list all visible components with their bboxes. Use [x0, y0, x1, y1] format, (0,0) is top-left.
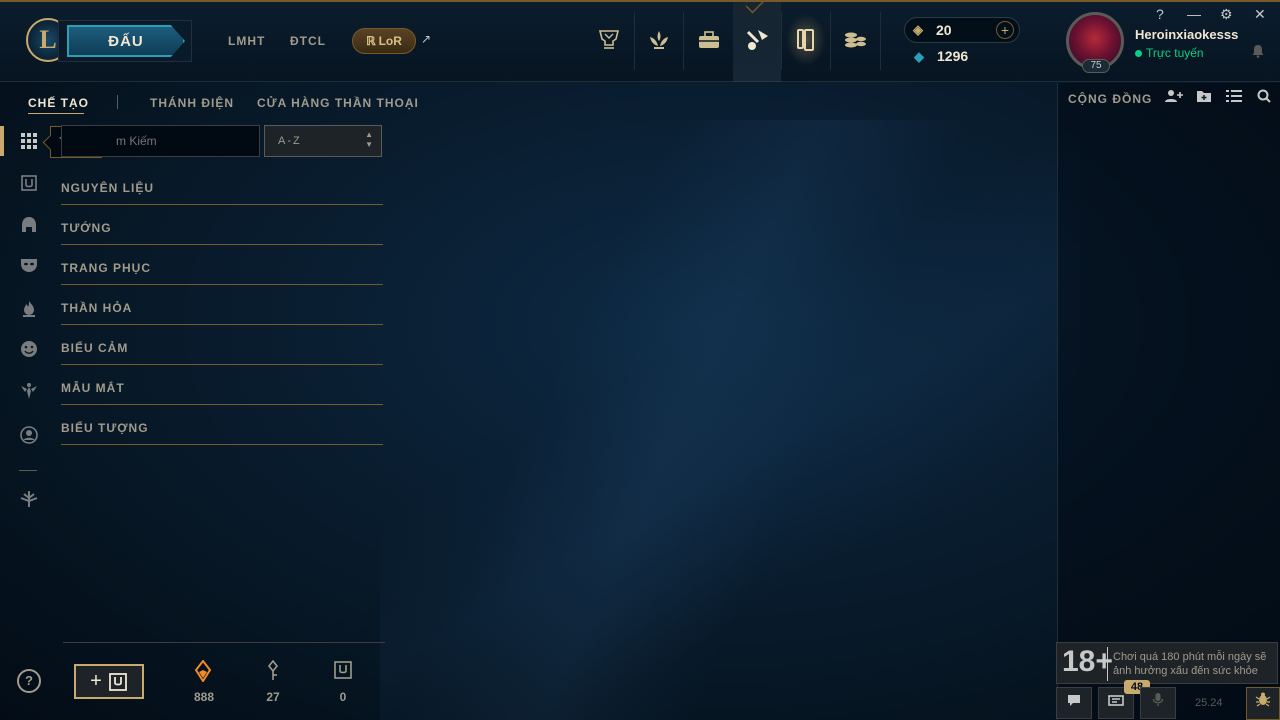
category-eye-colors[interactable]: MẪU MẮT — [61, 381, 383, 405]
tab-mythic-shop[interactable]: CỬA HÀNG THẦN THOẠI — [257, 96, 419, 110]
social-panel — [1057, 83, 1280, 720]
online-status[interactable]: Trực tuyến — [1135, 46, 1204, 60]
lor-button[interactable]: ℝ LoR — [352, 28, 416, 54]
warning-text: Chơi quá 180 phút mỗi ngày sẽ ảnh hưởng … — [1113, 651, 1267, 677]
lor-icon: ℝ — [366, 33, 376, 48]
add-label: + — [90, 670, 102, 692]
rail-active-indicator — [0, 126, 4, 156]
collection-icon[interactable] — [789, 22, 823, 58]
status-label: Trực tuyến — [1146, 46, 1204, 60]
bottom-divider — [63, 642, 385, 643]
skin-mask-icon[interactable] — [18, 254, 40, 276]
warning-separator — [1107, 647, 1108, 681]
sort-arrows-icon: ▲ ▼ — [365, 130, 373, 149]
eye-color-icon[interactable] — [18, 380, 40, 402]
search-icon[interactable] — [1254, 89, 1274, 107]
subnav-separator — [117, 95, 118, 109]
champion-helmet-icon[interactable] — [18, 214, 40, 236]
key-icon — [261, 659, 285, 682]
search-input[interactable] — [61, 125, 260, 157]
list-view-icon[interactable] — [1224, 89, 1244, 107]
buy-rp-button[interactable]: + — [996, 21, 1014, 39]
active-tab-underline — [28, 113, 84, 114]
play-button[interactable]: ĐẤU — [58, 20, 192, 62]
minimize-icon[interactable]: — — [1187, 6, 1201, 22]
username[interactable]: Heroinxiaokesss — [1135, 27, 1238, 42]
top-separator — [781, 12, 782, 70]
level-badge: 75 — [1082, 59, 1110, 73]
chat-icon[interactable] — [1056, 687, 1092, 719]
rp-balance: 20 — [936, 22, 952, 38]
emote-smiley-icon[interactable] — [18, 338, 40, 360]
add-friend-icon[interactable] — [1164, 89, 1184, 107]
sort-select[interactable]: A-Z ▲ ▼ — [264, 125, 382, 157]
external-link-icon: ↗ — [421, 32, 432, 46]
tab-crafting[interactable]: CHẾ TẠO — [28, 96, 89, 110]
all-items-grid-icon[interactable] — [18, 130, 40, 152]
top-separator — [634, 12, 635, 70]
loot-icon[interactable] — [740, 22, 774, 58]
orange-essence-count: 888 — [193, 690, 215, 704]
age-rating-label: 18+ — [1062, 645, 1113, 678]
category-skins[interactable]: TRANG PHỤC — [61, 261, 383, 285]
lor-label: LoR — [378, 34, 402, 48]
tab-sanctum[interactable]: THÁNH ĐIỆN — [150, 96, 234, 110]
league-client: L ĐẤU LMHT ĐTCL ℝ LoR ↗ ◈ 20 + ◆ 1296 75… — [0, 0, 1280, 720]
chest-count-icon — [331, 660, 355, 682]
trophy-icon[interactable] — [592, 22, 626, 58]
chest-count: 0 — [339, 690, 347, 704]
bug-report-icon[interactable] — [1246, 687, 1280, 720]
orange-essence-icon — [191, 659, 215, 683]
category-emotes[interactable]: BIỂU CẢM — [61, 341, 383, 365]
rp-icon: ◈ — [913, 22, 923, 37]
profile-icon-icon[interactable] — [18, 424, 40, 446]
close-icon[interactable]: ✕ — [1254, 6, 1266, 23]
sort-value: A-Z — [278, 135, 302, 147]
client-version: 25.24 — [1195, 697, 1223, 709]
nav-link-lmht[interactable]: LMHT — [228, 34, 265, 48]
ward-flame-icon[interactable] — [18, 298, 40, 320]
tft-icon[interactable] — [642, 22, 676, 58]
top-separator — [880, 12, 881, 70]
notification-bell-icon[interactable] — [1252, 44, 1264, 58]
blue-essence-icon: ◆ — [914, 49, 924, 64]
category-champions[interactable]: TƯỚNG — [61, 221, 383, 245]
mythic-essence-icon[interactable] — [18, 488, 40, 510]
voice-mic-icon[interactable] — [1140, 687, 1176, 719]
social-title: CỘNG ĐỒNG — [1068, 92, 1153, 106]
top-separator — [683, 12, 684, 70]
help-button[interactable]: ? — [17, 669, 41, 693]
status-dot-icon — [1135, 50, 1142, 57]
store-icon[interactable] — [838, 22, 872, 58]
play-button-label[interactable]: ĐẤU — [67, 25, 185, 57]
materials-chest-icon[interactable] — [18, 172, 40, 194]
settings-gear-icon[interactable]: ⚙ — [1220, 6, 1233, 23]
craft-key-button[interactable]: + — [74, 664, 144, 699]
top-separator — [830, 12, 831, 70]
chest-icon — [108, 672, 127, 691]
help-icon[interactable]: ? — [1156, 6, 1164, 22]
rail-divider — [19, 470, 37, 471]
nav-link-dtcl[interactable]: ĐTCL — [290, 34, 326, 48]
blue-essence-balance: 1296 — [937, 48, 969, 64]
add-folder-icon[interactable] — [1194, 89, 1214, 107]
inventory-icon[interactable] — [692, 22, 726, 58]
key-count: 27 — [266, 690, 280, 704]
category-icons[interactable]: BIỂU TƯỢNG — [61, 421, 383, 445]
category-materials[interactable]: NGUYÊN LIỆU — [61, 181, 383, 205]
category-wards[interactable]: THẦN HỎA — [61, 301, 383, 325]
